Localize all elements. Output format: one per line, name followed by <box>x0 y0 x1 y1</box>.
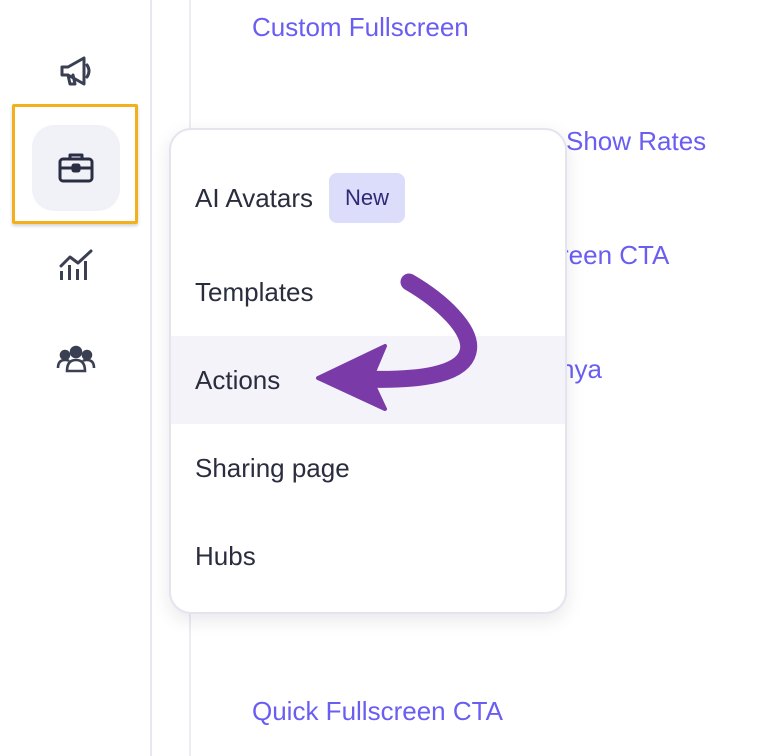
team-nav-button[interactable] <box>32 316 120 402</box>
icon-sidebar <box>0 0 152 756</box>
analytics-nav-button[interactable] <box>32 222 120 308</box>
menu-item-label: Hubs <box>195 540 256 571</box>
menu-item-ai-avatars[interactable]: AI Avatars New <box>171 154 565 242</box>
menu-item-label: Actions <box>195 364 281 395</box>
menu-item-templates[interactable]: Templates <box>171 248 565 336</box>
megaphone-icon <box>60 56 91 86</box>
content-link-fullscreen-cta[interactable]: reen CTA <box>560 240 669 271</box>
app-page: Custom Fullscreen Show Rates reen CTA ny… <box>0 0 770 756</box>
menu-item-actions[interactable]: Actions <box>171 336 565 424</box>
team-users-icon <box>56 345 96 373</box>
tools-dropdown-menu: AI Avatars New Templates Actions Sharing… <box>169 128 567 614</box>
new-badge: New <box>329 173 406 223</box>
menu-item-label: Templates <box>195 276 314 307</box>
content-link-quick-fullscreen-cta[interactable]: Quick Fullscreen CTA <box>252 696 503 727</box>
content-link-custom-fullscreen[interactable]: Custom Fullscreen <box>252 12 469 43</box>
campaigns-nav-button[interactable] <box>32 28 120 114</box>
analytics-chart-icon <box>59 249 93 280</box>
content-link-show-rates[interactable]: Show Rates <box>566 126 706 157</box>
menu-item-sharing-page[interactable]: Sharing page <box>171 424 565 512</box>
menu-item-label: Sharing page <box>195 452 350 483</box>
menu-item-hubs[interactable]: Hubs <box>171 512 565 600</box>
tools-highlight-frame <box>12 104 138 224</box>
menu-item-label: AI Avatars <box>195 182 314 213</box>
